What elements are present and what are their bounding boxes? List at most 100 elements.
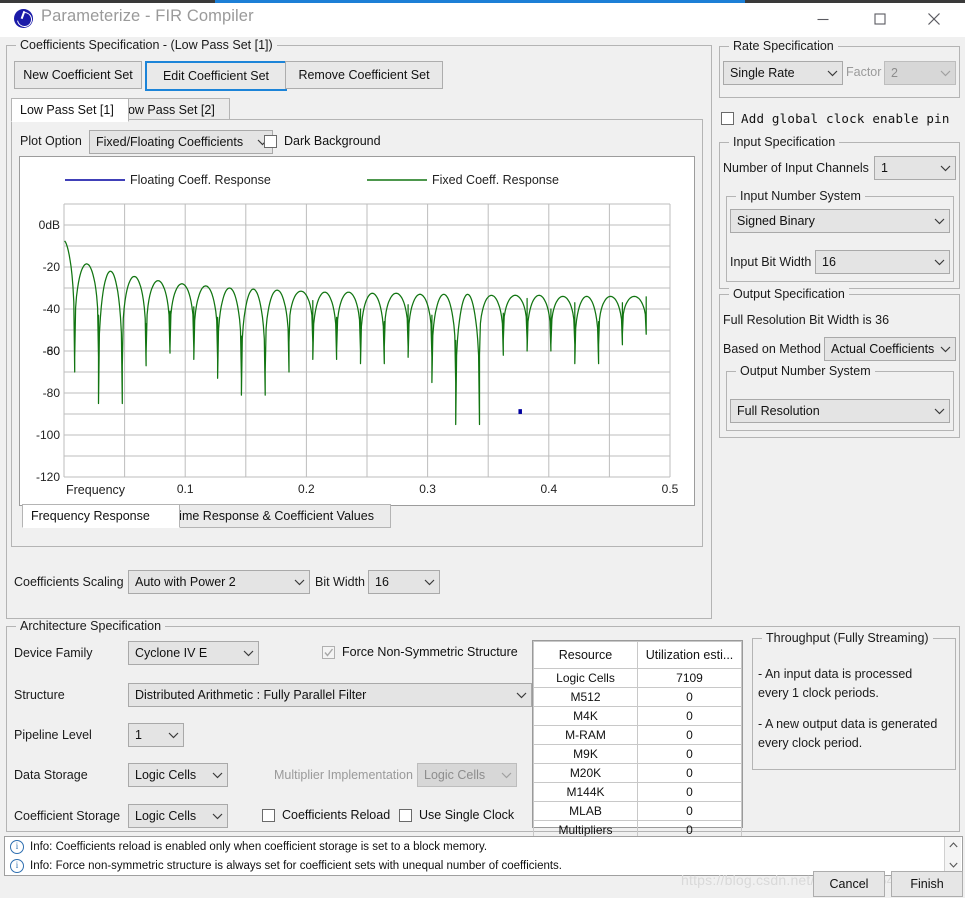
input-bit-width-select[interactable]: 16 [815, 250, 950, 274]
chevron-down-icon [929, 218, 949, 225]
chevron-down-icon [238, 650, 258, 657]
coefficients-bit-width-value: 16 [375, 575, 389, 589]
coefficients-bit-width-select[interactable]: 16 [368, 570, 440, 594]
coefficients-scaling-label: Coefficients Scaling [14, 575, 124, 589]
based-on-method-select[interactable]: Actual Coefficients [824, 337, 956, 361]
svg-text:Floating Coeff. Response: Floating Coeff. Response [130, 173, 271, 187]
cancel-button[interactable]: Cancel [813, 871, 885, 897]
svg-text:-120: -120 [36, 470, 60, 484]
table-row[interactable]: M9K 0 [533, 744, 742, 764]
factor-label: Factor [846, 65, 882, 79]
throughput-line-4: - A new output data is generated [758, 717, 938, 731]
structure-label: Structure [14, 688, 65, 702]
table-row[interactable]: MLAB 0 [533, 801, 742, 821]
cancel-button-label: Cancel [829, 877, 869, 891]
frequency-response-chart: Floating Coeff. Response Fixed Coeff. Re… [19, 156, 695, 506]
cell-resource: M9K [533, 744, 638, 764]
output-number-system-select[interactable]: Full Resolution [730, 399, 950, 423]
pipeline-level-select[interactable]: 1 [128, 723, 184, 747]
resource-table: Resource Utilization esti... Logic Cells… [533, 641, 742, 840]
minimize-button[interactable] [800, 0, 846, 37]
table-header-row: Resource Utilization esti... [533, 641, 742, 669]
messages-panel: i Info: Coefficients reload is enabled o… [4, 836, 963, 876]
cell-resource: M144K [533, 782, 638, 802]
cell-resource: M4K [533, 706, 638, 726]
tab-low-pass-set-2-label: Low Pass Set [2] [121, 103, 215, 117]
data-storage-value: Logic Cells [135, 768, 197, 782]
messages-scrollbar[interactable] [944, 837, 961, 873]
info-icon: i [10, 839, 24, 854]
input-specification-title: Input Specification [729, 135, 840, 149]
use-single-clock-checkbox[interactable]: Use Single Clock [399, 808, 514, 822]
dark-background-checkbox[interactable]: Dark Background [264, 134, 381, 148]
tab-frequency-response[interactable]: Frequency Response [22, 504, 180, 528]
plot-option-select[interactable]: Fixed/Floating Coefficients [89, 130, 273, 154]
chevron-down-icon [419, 579, 439, 586]
remove-coefficient-set-button[interactable]: Remove Coefficient Set [285, 61, 443, 89]
data-storage-select[interactable]: Logic Cells [128, 763, 228, 787]
data-storage-label: Data Storage [14, 768, 88, 782]
force-non-symmetric-structure-checkbox[interactable]: Force Non-Symmetric Structure [322, 645, 518, 659]
column-header-resource: Resource [533, 641, 638, 669]
table-row[interactable]: M4K 0 [533, 706, 742, 726]
coefficients-specification-title: Coefficients Specification - (Low Pass S… [16, 38, 277, 52]
chevron-down-icon [163, 732, 183, 739]
coefficients-reload-checkbox-box [262, 808, 275, 822]
table-row[interactable]: M144K 0 [533, 782, 742, 802]
structure-select[interactable]: Distributed Arithmetic : Fully Parallel … [128, 683, 532, 707]
add-global-clock-enable-pin-label: Add global clock enable pin [741, 111, 950, 126]
coefficient-storage-value: Logic Cells [135, 809, 197, 823]
cell-resource: M512 [533, 687, 638, 707]
add-global-clock-enable-pin-checkbox[interactable]: Add global clock enable pin [721, 111, 950, 126]
tab-low-pass-set-1-label: Low Pass Set [1] [20, 103, 114, 117]
table-row[interactable]: Logic Cells 7109 [533, 668, 742, 688]
number-of-input-channels-value: 1 [881, 161, 888, 175]
new-coefficient-set-button[interactable]: New Coefficient Set [14, 61, 142, 89]
table-row[interactable]: M20K 0 [533, 763, 742, 783]
response-tabstrip: Frequency Response Time Response & Coeff… [22, 504, 682, 528]
coefficient-storage-label: Coefficient Storage [14, 809, 121, 823]
window-title: Parameterize - FIR Compiler [41, 7, 254, 25]
svg-text:0.4: 0.4 [540, 482, 557, 496]
factor-select[interactable]: 2 [884, 61, 956, 85]
based-on-method-label: Based on Method [723, 342, 821, 356]
rate-select[interactable]: Single Rate [723, 61, 843, 85]
table-row[interactable]: M512 0 [533, 687, 742, 707]
table-row[interactable]: M-RAM 0 [533, 725, 742, 745]
cell-utilization: 0 [637, 706, 742, 726]
cell-resource: M-RAM [533, 725, 638, 745]
number-of-input-channels-select[interactable]: 1 [874, 156, 956, 180]
coefficient-storage-select[interactable]: Logic Cells [128, 804, 228, 828]
plot-option-value: Fixed/Floating Coefficients [96, 135, 244, 149]
tab-time-response[interactable]: Time Response & Coefficient Values [163, 504, 391, 528]
output-specification-title: Output Specification [729, 287, 849, 301]
edit-coefficient-set-button[interactable]: Edit Coefficient Set [145, 61, 287, 91]
coefficients-reload-checkbox[interactable]: Coefficients Reload [262, 808, 390, 822]
input-number-system-select[interactable]: Signed Binary [730, 209, 950, 233]
cell-utilization: 0 [637, 763, 742, 783]
message-row-1: i Info: Coefficients reload is enabled o… [5, 837, 962, 856]
svg-text:Frequency: Frequency [66, 483, 126, 497]
coefficients-scaling-select[interactable]: Auto with Power 2 [128, 570, 310, 594]
device-family-select[interactable]: Cyclone IV E [128, 641, 259, 665]
svg-text:0.2: 0.2 [298, 482, 315, 496]
message-text-1: Info: Coefficients reload is enabled onl… [30, 840, 488, 853]
svg-text:-60: -60 [43, 344, 61, 358]
architecture-specification-title: Architecture Specification [16, 619, 166, 633]
cell-resource: MLAB [533, 801, 638, 821]
chevron-down-icon [935, 165, 955, 172]
close-button[interactable] [911, 0, 957, 37]
scroll-up-icon[interactable] [945, 837, 961, 853]
chevron-down-icon [822, 70, 842, 77]
info-icon: i [10, 858, 24, 873]
tab-low-pass-set-1[interactable]: Low Pass Set [1] [11, 98, 129, 122]
chevron-down-icon [289, 579, 309, 586]
maximize-button[interactable] [857, 0, 903, 37]
tab-frequency-response-label: Frequency Response [31, 509, 150, 523]
chevron-down-icon [935, 346, 955, 353]
finish-button-label: Finish [910, 877, 944, 891]
finish-button[interactable]: Finish [891, 871, 963, 897]
multiplier-implementation-select[interactable]: Logic Cells [417, 763, 517, 787]
full-resolution-bit-width-text: Full Resolution Bit Width is 36 [723, 313, 890, 327]
watermark-text: https://blog.csdn.net/weixin_41542512 [681, 872, 927, 888]
